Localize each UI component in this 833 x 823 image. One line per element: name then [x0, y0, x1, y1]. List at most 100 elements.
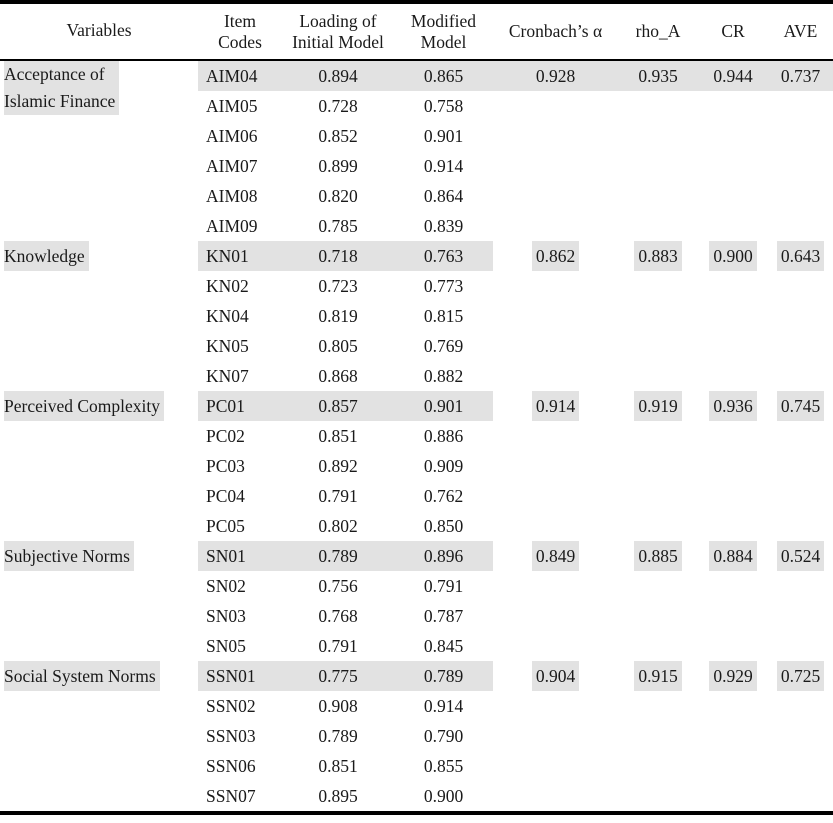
item-code-cell: AIM09	[206, 216, 258, 236]
modified-model-cell: 0.762	[423, 486, 464, 506]
empty-cell	[618, 721, 698, 751]
loading-initial-model-cell: 0.718	[282, 241, 394, 271]
empty-cell	[698, 451, 768, 481]
column-header-item-codes: Item Codes	[218, 10, 262, 52]
item-code-cell: KN01	[198, 241, 282, 271]
empty-cell	[493, 331, 618, 361]
empty-cell	[768, 301, 833, 331]
variable-name-cell: Acceptance of Islamic Finance	[0, 61, 198, 241]
loading-initial-model-cell: 0.894	[282, 61, 394, 91]
variable-name-label: Subjective Norms	[4, 541, 134, 571]
empty-cell	[768, 121, 833, 151]
table-row: Acceptance of Islamic Finance AIM04 0.894 0.…	[0, 61, 833, 115]
empty-cell	[493, 571, 618, 601]
empty-cell	[768, 211, 833, 241]
loading-initial-model-cell: 0.899	[318, 156, 358, 176]
column-header-loading-initial-model: Loading of Initial Model	[292, 10, 384, 52]
empty-cell	[768, 511, 833, 541]
empty-cell	[618, 631, 698, 661]
item-code-cell: SN02	[206, 576, 246, 596]
loading-initial-model-cell: 0.756	[318, 576, 358, 596]
modified-model-cell: 0.763	[394, 241, 493, 271]
empty-cell	[768, 571, 833, 601]
modified-model-cell: 0.790	[423, 726, 464, 746]
empty-cell	[698, 721, 768, 751]
empty-cell	[493, 421, 618, 451]
loading-initial-model-cell: 0.868	[318, 366, 358, 386]
rho-a-cell: 0.883	[618, 241, 698, 271]
modified-model-cell: 0.900	[423, 786, 464, 806]
cr-cell: 0.929	[698, 661, 768, 691]
empty-cell	[493, 271, 618, 301]
loading-initial-model-cell: 0.723	[318, 276, 358, 296]
empty-cell	[493, 691, 618, 721]
empty-cell	[698, 151, 768, 181]
empty-cell	[493, 151, 618, 181]
item-code-cell: KN05	[206, 336, 249, 356]
empty-cell	[618, 481, 698, 511]
table-footer	[0, 811, 833, 817]
ave-cell: 0.524	[768, 541, 833, 571]
empty-cell	[768, 781, 833, 813]
modified-model-cell: 0.789	[394, 661, 493, 691]
item-code-cell: AIM05	[206, 96, 258, 116]
empty-cell	[698, 481, 768, 511]
empty-cell	[698, 271, 768, 301]
loading-initial-model-cell: 0.789	[282, 541, 394, 571]
modified-model-cell: 0.845	[423, 636, 464, 656]
empty-cell	[618, 571, 698, 601]
loading-initial-model-cell: 0.819	[318, 306, 358, 326]
item-code-cell: PC02	[206, 426, 245, 446]
empty-cell	[618, 121, 698, 151]
empty-cell	[768, 721, 833, 751]
table-body: Acceptance of Islamic Finance AIM04 0.894 0.…	[0, 61, 833, 813]
variable-name-cell: Subjective Norms	[0, 541, 198, 661]
variable-name-label: Acceptance of Islamic Finance	[4, 61, 120, 115]
loading-initial-model-cell: 0.805	[318, 336, 358, 356]
item-code-cell: PC04	[206, 486, 245, 506]
cr-cell: 0.884	[698, 541, 768, 571]
empty-cell	[768, 631, 833, 661]
empty-cell	[698, 601, 768, 631]
item-code-cell: AIM04	[198, 61, 282, 91]
modified-model-cell: 0.901	[394, 391, 493, 421]
empty-cell	[768, 271, 833, 301]
empty-cell	[698, 631, 768, 661]
item-code-cell: PC01	[198, 391, 282, 421]
column-header-modified-model: Modified Model	[410, 10, 477, 52]
column-header-variables: Variables	[66, 19, 132, 40]
empty-cell	[698, 421, 768, 451]
cronbachs-alpha-cell: 0.928	[493, 61, 618, 91]
ave-cell: 0.737	[768, 61, 833, 91]
empty-cell	[698, 511, 768, 541]
variable-name-cell: Social System Norms	[0, 661, 198, 813]
empty-cell	[698, 781, 768, 813]
empty-cell	[618, 781, 698, 813]
item-code-cell: SSN06	[206, 756, 256, 776]
loading-initial-model-cell: 0.789	[318, 726, 358, 746]
item-code-cell: SSN02	[206, 696, 256, 716]
empty-cell	[493, 481, 618, 511]
item-code-cell: PC05	[206, 516, 245, 536]
modified-model-cell: 0.901	[423, 126, 464, 146]
empty-cell	[493, 721, 618, 751]
bottom-rule	[0, 811, 833, 817]
loading-initial-model-cell: 0.768	[318, 606, 358, 626]
table-header: Variables Item Codes Loading of Initial …	[0, 0, 833, 62]
empty-cell	[618, 301, 698, 331]
empty-cell	[618, 181, 698, 211]
header-row: Variables Item Codes Loading of Initial …	[0, 4, 833, 60]
modified-model-cell: 0.787	[423, 606, 464, 626]
item-code-cell: KN02	[206, 276, 249, 296]
empty-cell	[768, 331, 833, 361]
loading-initial-model-cell: 0.791	[318, 636, 358, 656]
item-code-cell: AIM06	[206, 126, 258, 146]
item-code-cell: SN01	[198, 541, 282, 571]
empty-cell	[768, 151, 833, 181]
loading-initial-model-cell: 0.851	[318, 426, 358, 446]
empty-cell	[768, 181, 833, 211]
loading-initial-model-cell: 0.851	[318, 756, 358, 776]
modified-model-cell: 0.855	[423, 756, 464, 776]
item-code-cell: KN07	[206, 366, 249, 386]
loading-initial-model-cell: 0.895	[318, 786, 358, 806]
